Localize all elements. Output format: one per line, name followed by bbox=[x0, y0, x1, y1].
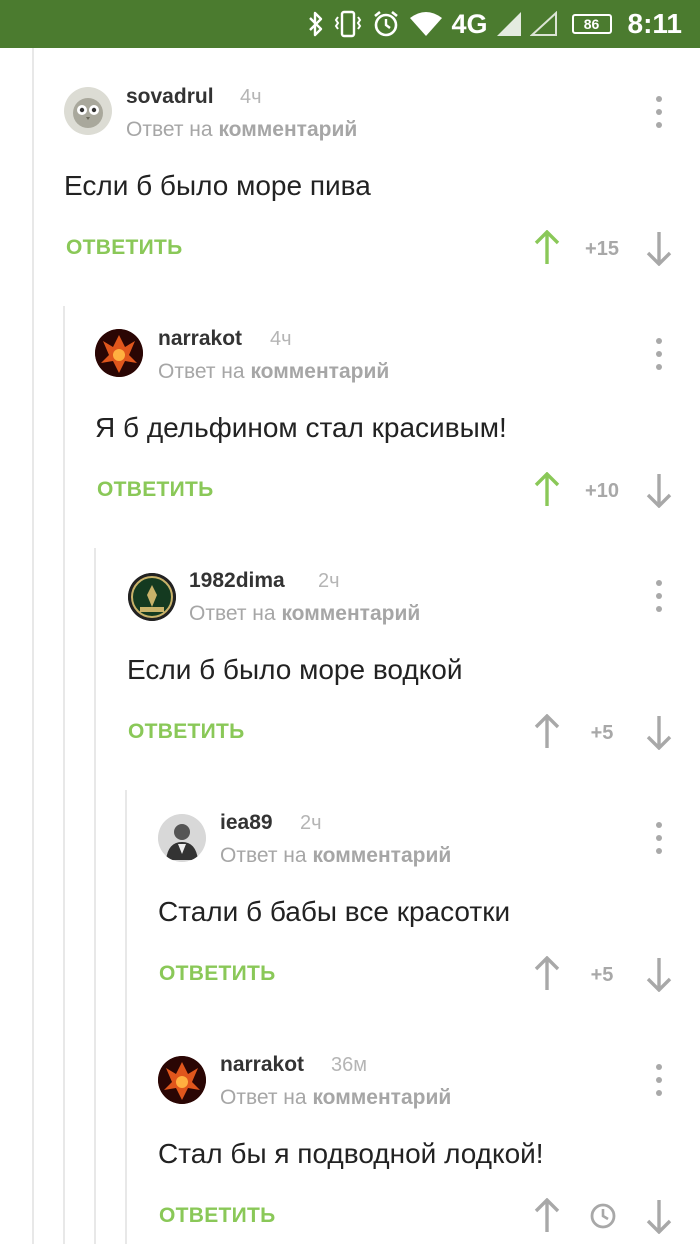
bluetooth-icon bbox=[307, 0, 325, 48]
comment-text: Стал бы я подводной лодкой! bbox=[158, 1138, 544, 1169]
signal-icon bbox=[496, 0, 522, 48]
more-options-icon[interactable] bbox=[655, 822, 663, 854]
downvote-icon[interactable] bbox=[644, 1198, 674, 1235]
more-options-icon[interactable] bbox=[655, 580, 663, 612]
comment-time: 2ч bbox=[300, 812, 322, 834]
avatar[interactable] bbox=[158, 814, 206, 862]
vote-score: +5 bbox=[590, 722, 614, 744]
vibrate-icon bbox=[333, 0, 363, 48]
reply-prefix: Ответ на bbox=[220, 844, 307, 867]
reply-to-line: Ответ на комментарий bbox=[220, 1086, 451, 1110]
username[interactable]: 1982dima bbox=[189, 569, 285, 593]
reply-to-line: Ответ на комментарий bbox=[126, 118, 357, 142]
signal-empty-icon bbox=[529, 0, 558, 48]
reply-target-link[interactable]: комментарий bbox=[218, 118, 357, 141]
comment-text: Если б было море пива bbox=[64, 170, 371, 201]
reply-prefix: Ответ на bbox=[220, 1086, 307, 1109]
battery-icon: 86 bbox=[571, 14, 612, 34]
more-options-icon[interactable] bbox=[655, 1064, 663, 1096]
upvote-icon[interactable] bbox=[532, 713, 562, 750]
reply-to-line: Ответ на комментарий bbox=[220, 844, 451, 868]
comment-time: 2ч bbox=[318, 570, 340, 592]
vote-score: +5 bbox=[590, 964, 614, 986]
status-bar: 4G 86 8:11 bbox=[0, 0, 700, 48]
thread-line bbox=[94, 548, 96, 1244]
downvote-icon[interactable] bbox=[644, 230, 674, 267]
username[interactable]: iea89 bbox=[220, 811, 273, 835]
comment-text: Стали б бабы все красотки bbox=[158, 896, 511, 927]
vote-score: +15 bbox=[585, 238, 619, 260]
clock-time: 8:11 bbox=[627, 8, 683, 39]
downvote-icon[interactable] bbox=[644, 472, 674, 509]
comment-time: 4ч bbox=[270, 328, 292, 350]
avatar[interactable] bbox=[128, 573, 176, 621]
upvote-icon[interactable] bbox=[532, 955, 562, 992]
reply-button[interactable]: ОТВЕТИТЬ bbox=[159, 1204, 276, 1228]
thread-line bbox=[125, 790, 127, 1244]
network-type: 4G bbox=[451, 8, 488, 39]
reply-button[interactable]: ОТВЕТИТЬ bbox=[128, 720, 245, 744]
more-options-icon[interactable] bbox=[655, 96, 663, 128]
thread-line bbox=[63, 306, 65, 1244]
reply-target-link[interactable]: комментарий bbox=[312, 844, 451, 867]
alarm-icon bbox=[371, 0, 401, 48]
more-options-icon[interactable] bbox=[655, 338, 663, 370]
comment-text: Я б дельфином стал красивым! bbox=[95, 412, 507, 443]
reply-prefix: Ответ на bbox=[126, 118, 213, 141]
thread-line bbox=[32, 48, 34, 1244]
username[interactable]: narrakot bbox=[220, 1053, 304, 1077]
reply-to-line: Ответ на комментарий bbox=[158, 360, 389, 384]
reply-prefix: Ответ на bbox=[158, 360, 245, 383]
avatar[interactable] bbox=[158, 1056, 206, 1104]
downvote-icon[interactable] bbox=[644, 956, 674, 993]
reply-button[interactable]: ОТВЕТИТЬ bbox=[159, 962, 276, 986]
upvote-icon[interactable] bbox=[532, 229, 562, 266]
reply-button[interactable]: ОТВЕТИТЬ bbox=[66, 236, 183, 260]
vote-score: +10 bbox=[585, 480, 619, 502]
avatar[interactable] bbox=[95, 329, 143, 377]
comment-time: 36м bbox=[331, 1054, 367, 1076]
comment-text: Если б было море водкой bbox=[127, 654, 463, 685]
avatar[interactable] bbox=[64, 87, 112, 135]
upvote-icon[interactable] bbox=[532, 471, 562, 508]
reply-target-link[interactable]: комментарий bbox=[281, 602, 420, 625]
clock-icon bbox=[589, 1200, 619, 1236]
reply-to-line: Ответ на комментарий bbox=[189, 602, 420, 626]
wifi-icon bbox=[409, 0, 443, 48]
reply-button[interactable]: ОТВЕТИТЬ bbox=[97, 478, 214, 502]
username[interactable]: narrakot bbox=[158, 327, 242, 351]
upvote-icon[interactable] bbox=[532, 1197, 562, 1234]
comment-time: 4ч bbox=[240, 86, 262, 108]
reply-prefix: Ответ на bbox=[189, 602, 276, 625]
reply-target-link[interactable]: комментарий bbox=[312, 1086, 451, 1109]
username[interactable]: sovadrul bbox=[126, 85, 214, 109]
reply-target-link[interactable]: комментарий bbox=[250, 360, 389, 383]
downvote-icon[interactable] bbox=[644, 714, 674, 751]
